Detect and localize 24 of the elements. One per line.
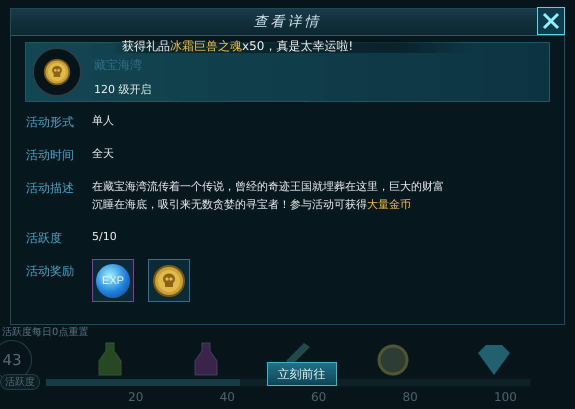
dialog-title: 查看详情 [254,13,322,31]
milestone-value: 100 [494,390,517,404]
close-icon [541,11,561,31]
close-button[interactable] [537,7,565,35]
detail-value: 在藏宝海湾流传着一个传说，曾经的奇迹王国就埋葬在这里，巨大的财富沉睡在海底，吸引来无数贪婪的寻宝者！参与活动可获得大量金币 [92,179,445,213]
reward-slot[interactable] [148,259,190,302]
unlock-level: 120 级开启 [94,82,152,97]
detail-value: 5/10 [92,229,118,245]
milestone-value: 60 [311,390,326,404]
milestone-value: 20 [128,390,144,404]
milestone-value: 40 [220,390,235,404]
detail-label: 活动形式 [26,114,75,131]
detail-value: 单人 [92,113,115,129]
detail-label: 活跃度 [26,230,63,247]
reset-note: 活跃度每日0点重置 [1,327,90,339]
detail-label: 活动描述 [26,180,75,197]
detail-value: 全天 [92,146,115,162]
detail-label: 活动奖励 [26,263,75,280]
activity-medal-icon [32,47,82,97]
exp-label: EXP [102,274,124,286]
skull-coin-icon [152,264,186,298]
milestone-value: 80 [402,390,418,404]
go-now-button[interactable]: 立刻前往 [266,362,336,386]
detail-label: 活动时间 [26,147,75,164]
